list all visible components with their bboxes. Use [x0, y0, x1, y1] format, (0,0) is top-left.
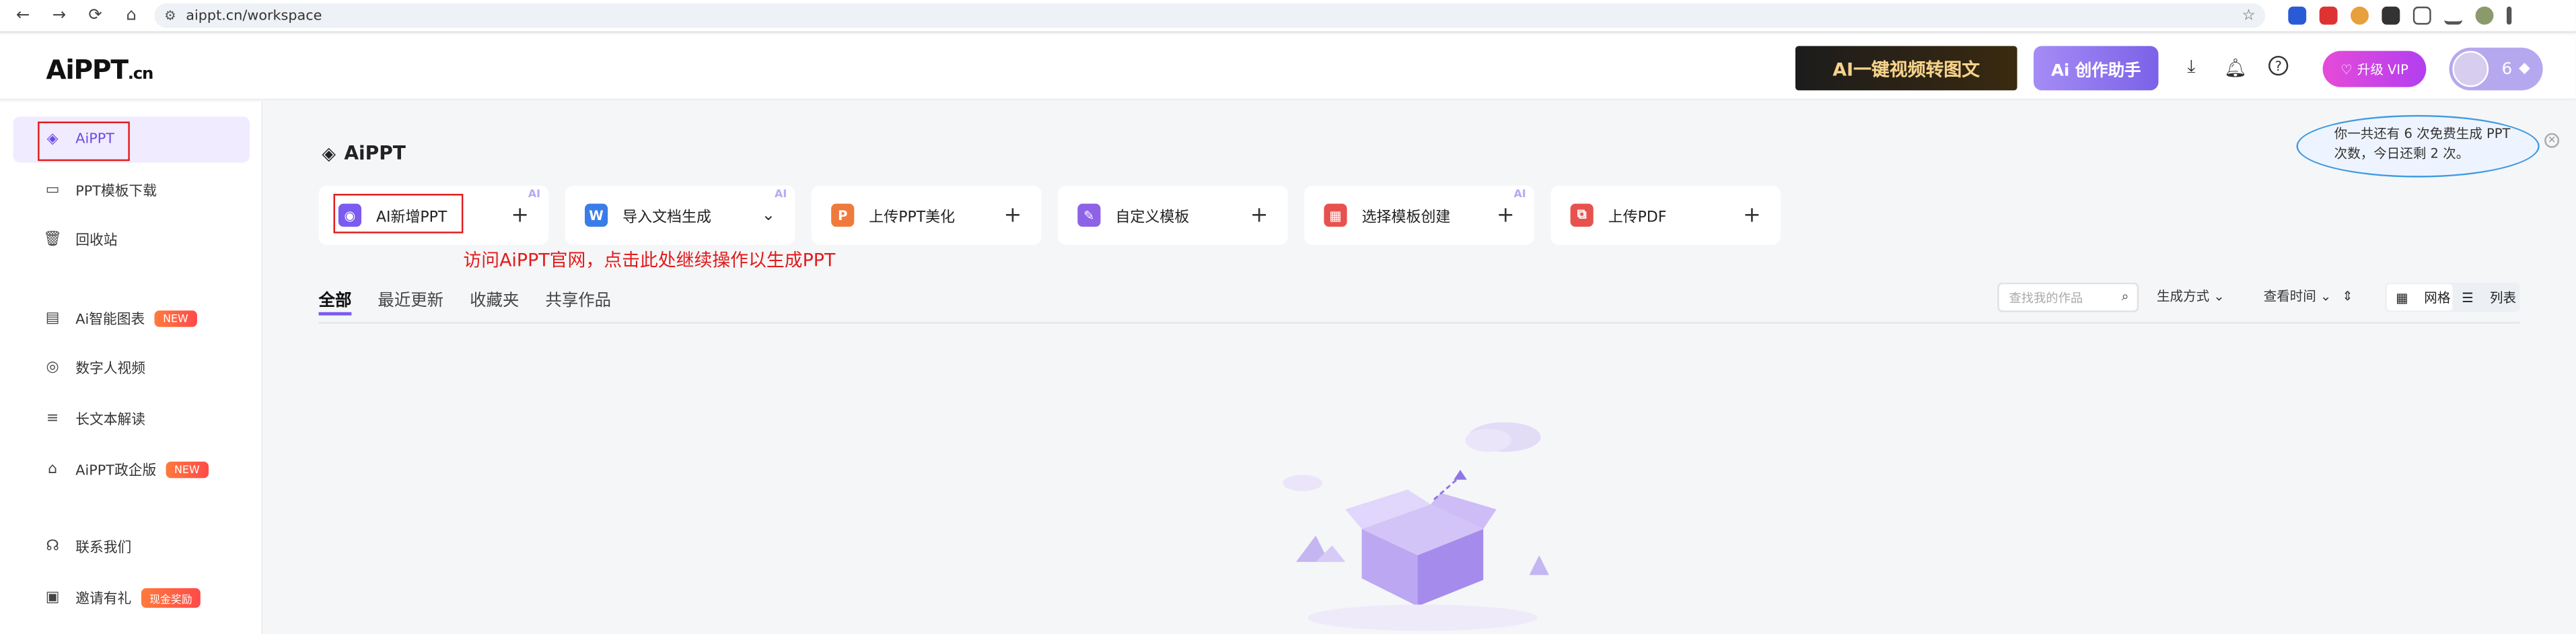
chevron-down-icon: ⌄ [2213, 289, 2225, 304]
highlight-box [38, 121, 130, 162]
new-badge: NEW [166, 461, 208, 479]
upgrade-vip-button[interactable]: ♡ 升级 VIP [2322, 50, 2427, 87]
empty-box-illustration [1283, 422, 1549, 631]
pdf-file-icon: ⧉ [1570, 203, 1594, 227]
word-doc-icon: W [584, 203, 608, 227]
annotation-text: 访问AiPPT官网，点击此处继续操作以生成PPT [463, 250, 836, 271]
divider [318, 322, 2520, 324]
highlight-box [333, 194, 464, 234]
site-info-icon[interactable]: ⚙ [164, 8, 176, 23]
extension-v-icon[interactable] [2288, 6, 2307, 25]
plus-icon[interactable]: + [1497, 203, 1515, 227]
address-bar[interactable]: ⚙ aippt.cn/workspace ☆ [154, 3, 2266, 28]
extension-badge-icon[interactable] [2319, 6, 2338, 25]
help-icon[interactable]: ? [2268, 55, 2289, 76]
bell-icon[interactable]: 🔔︎ [2224, 56, 2247, 79]
chevron-down-icon[interactable]: ⌄ [762, 206, 775, 224]
card-import-document[interactable]: W 导入文档生成 AI ⌄ [565, 185, 795, 245]
template-select-icon: ▦ [1324, 203, 1347, 227]
ai-assistant-banner[interactable]: Ai 创作助手 [2033, 46, 2159, 91]
plus-icon[interactable]: + [511, 203, 529, 227]
download-icon[interactable] [2444, 7, 2463, 25]
sidebar-item-digital-human[interactable]: ◎ 数字人视频 [13, 345, 250, 391]
back-icon[interactable]: ← [13, 6, 33, 26]
new-badge: NEW [154, 310, 196, 327]
work-tabs: 全部 最近更新 收藏夹 共享作品 [318, 286, 611, 316]
card-choose-template[interactable]: ▦ 选择模板创建 AI + [1304, 185, 1534, 245]
home-icon[interactable]: ⌂ [122, 6, 141, 26]
chart-icon: ▤ [45, 310, 60, 327]
diamond-icon: ◆ [2518, 61, 2530, 77]
ai-tag: AI [1513, 187, 1526, 201]
view-toggle: ▦ 网格 ☰ 列表 [2385, 282, 2520, 312]
extensions-puzzle-icon[interactable] [2412, 6, 2431, 25]
list-view-button[interactable]: ☰ 列表 [2452, 284, 2518, 310]
plus-icon[interactable]: + [1250, 203, 1268, 227]
avatar [2452, 50, 2489, 87]
sidebar-item-ppt-templates[interactable]: ▭ PPT模板下载 [13, 168, 250, 213]
tab-shared[interactable]: 共享作品 [545, 286, 611, 316]
digital-human-icon: ◎ [46, 359, 59, 376]
bookmark-star-icon[interactable]: ☆ [2242, 7, 2256, 24]
sidebar-item-enterprise[interactable]: ⌂ AiPPT政企版 NEW [13, 447, 250, 493]
page-title: ◈ AiPPT [322, 141, 406, 165]
sidebar-item-long-text[interactable]: ≡ 长文本解读 [13, 396, 250, 442]
sidebar-item-contact[interactable]: ☊ 联系我们 [13, 524, 250, 570]
tab-favorites[interactable]: 收藏夹 [470, 286, 519, 316]
sidebar: ◈ AiPPT ▭ PPT模板下载 🗑︎ 回收站 ▤ Ai智能图表 NEW ◎ … [0, 102, 263, 634]
user-menu[interactable]: 6 ◆ [2449, 47, 2543, 91]
view-time-select[interactable]: 查看时间 ⌄ ⇕ [2264, 287, 2353, 306]
chevron-down-icon: ⌄ [2320, 289, 2332, 304]
forward-icon[interactable]: → [49, 6, 69, 26]
tab-all[interactable]: 全部 [318, 286, 352, 316]
headset-icon: ☊ [46, 538, 59, 556]
list-icon: ☰ [2462, 289, 2474, 305]
workspace-main: ◈ AiPPT ◉ AI新增PPT AI + W 导入文档生成 AI ⌄ P 上… [264, 102, 2575, 634]
edit-template-icon: ✎ [1077, 203, 1101, 227]
trash-icon: 🗑︎ [43, 232, 63, 248]
enterprise-icon: ⌂ [48, 461, 58, 479]
aippt-logo[interactable]: AiPPT.cn [46, 55, 153, 85]
cash-reward-badge: 现金奖励 [141, 588, 201, 608]
ppt-file-icon: P [831, 203, 855, 227]
layers-icon: ◈ [322, 142, 336, 164]
grid-view-button[interactable]: ▦ 网格 [2386, 284, 2453, 311]
card-upload-ppt-beautify[interactable]: P 上传PPT美化 + [811, 185, 1042, 245]
extension-grid-icon[interactable] [2382, 6, 2400, 25]
search-input[interactable]: 查找我的作品 ⌕ [1997, 282, 2139, 312]
card-custom-template[interactable]: ✎ 自定义模板 + [1058, 185, 1288, 245]
card-upload-pdf[interactable]: ⧉ 上传PDF + [1550, 185, 1781, 245]
browser-menu-icon[interactable] [2506, 6, 2512, 25]
credit-count: 6 [2501, 60, 2513, 78]
sort-icon[interactable]: ⇕ [2342, 289, 2353, 304]
download-icon[interactable]: ⤓ [2180, 56, 2203, 79]
video-to-text-banner[interactable]: AI一键视频转图文 [1795, 46, 2017, 91]
sidebar-item-recycle-bin[interactable]: 🗑︎ 回收站 [13, 217, 250, 262]
generate-method-select[interactable]: 生成方式 ⌄ [2157, 287, 2225, 306]
sidebar-item-invite[interactable]: ▣ 邀请有礼 现金奖励 [13, 575, 250, 621]
app-header: AiPPT.cn AI一键视频转图文 Ai 创作助手 ⤓ 🔔︎ ? ♡ 升级 V… [0, 34, 2576, 100]
plus-icon[interactable]: + [1743, 203, 1761, 227]
ai-tag: AI [775, 187, 787, 201]
url-text: aippt.cn/workspace [186, 7, 322, 24]
ai-tag: AI [528, 187, 541, 201]
extension-cookie-icon[interactable] [2351, 6, 2369, 25]
extensions-bar [2288, 6, 2512, 25]
ppt-template-icon: ▭ [45, 182, 60, 199]
plus-icon[interactable]: + [1004, 203, 1022, 227]
browser-toolbar: ← → ⟳ ⌂ ⚙ aippt.cn/workspace ☆ [0, 0, 2576, 33]
free-quota-tooltip: 你一共还有 6 次免费生成 PPT 次数，今日还剩 2 次。 [2296, 114, 2540, 178]
search-icon[interactable]: ⌕ [2122, 289, 2129, 306]
diamond-icon: ♡ [2340, 61, 2353, 77]
close-icon[interactable]: ✕ [2544, 133, 2560, 148]
gift-icon: ▣ [45, 590, 60, 606]
sidebar-item-ai-chart[interactable]: ▤ Ai智能图表 NEW [13, 295, 250, 341]
reload-icon[interactable]: ⟳ [85, 6, 105, 26]
grid-icon: ▦ [2396, 289, 2408, 305]
tab-recent[interactable]: 最近更新 [378, 286, 443, 316]
profile-avatar-icon[interactable] [2475, 6, 2494, 25]
long-text-icon: ≡ [46, 411, 59, 427]
